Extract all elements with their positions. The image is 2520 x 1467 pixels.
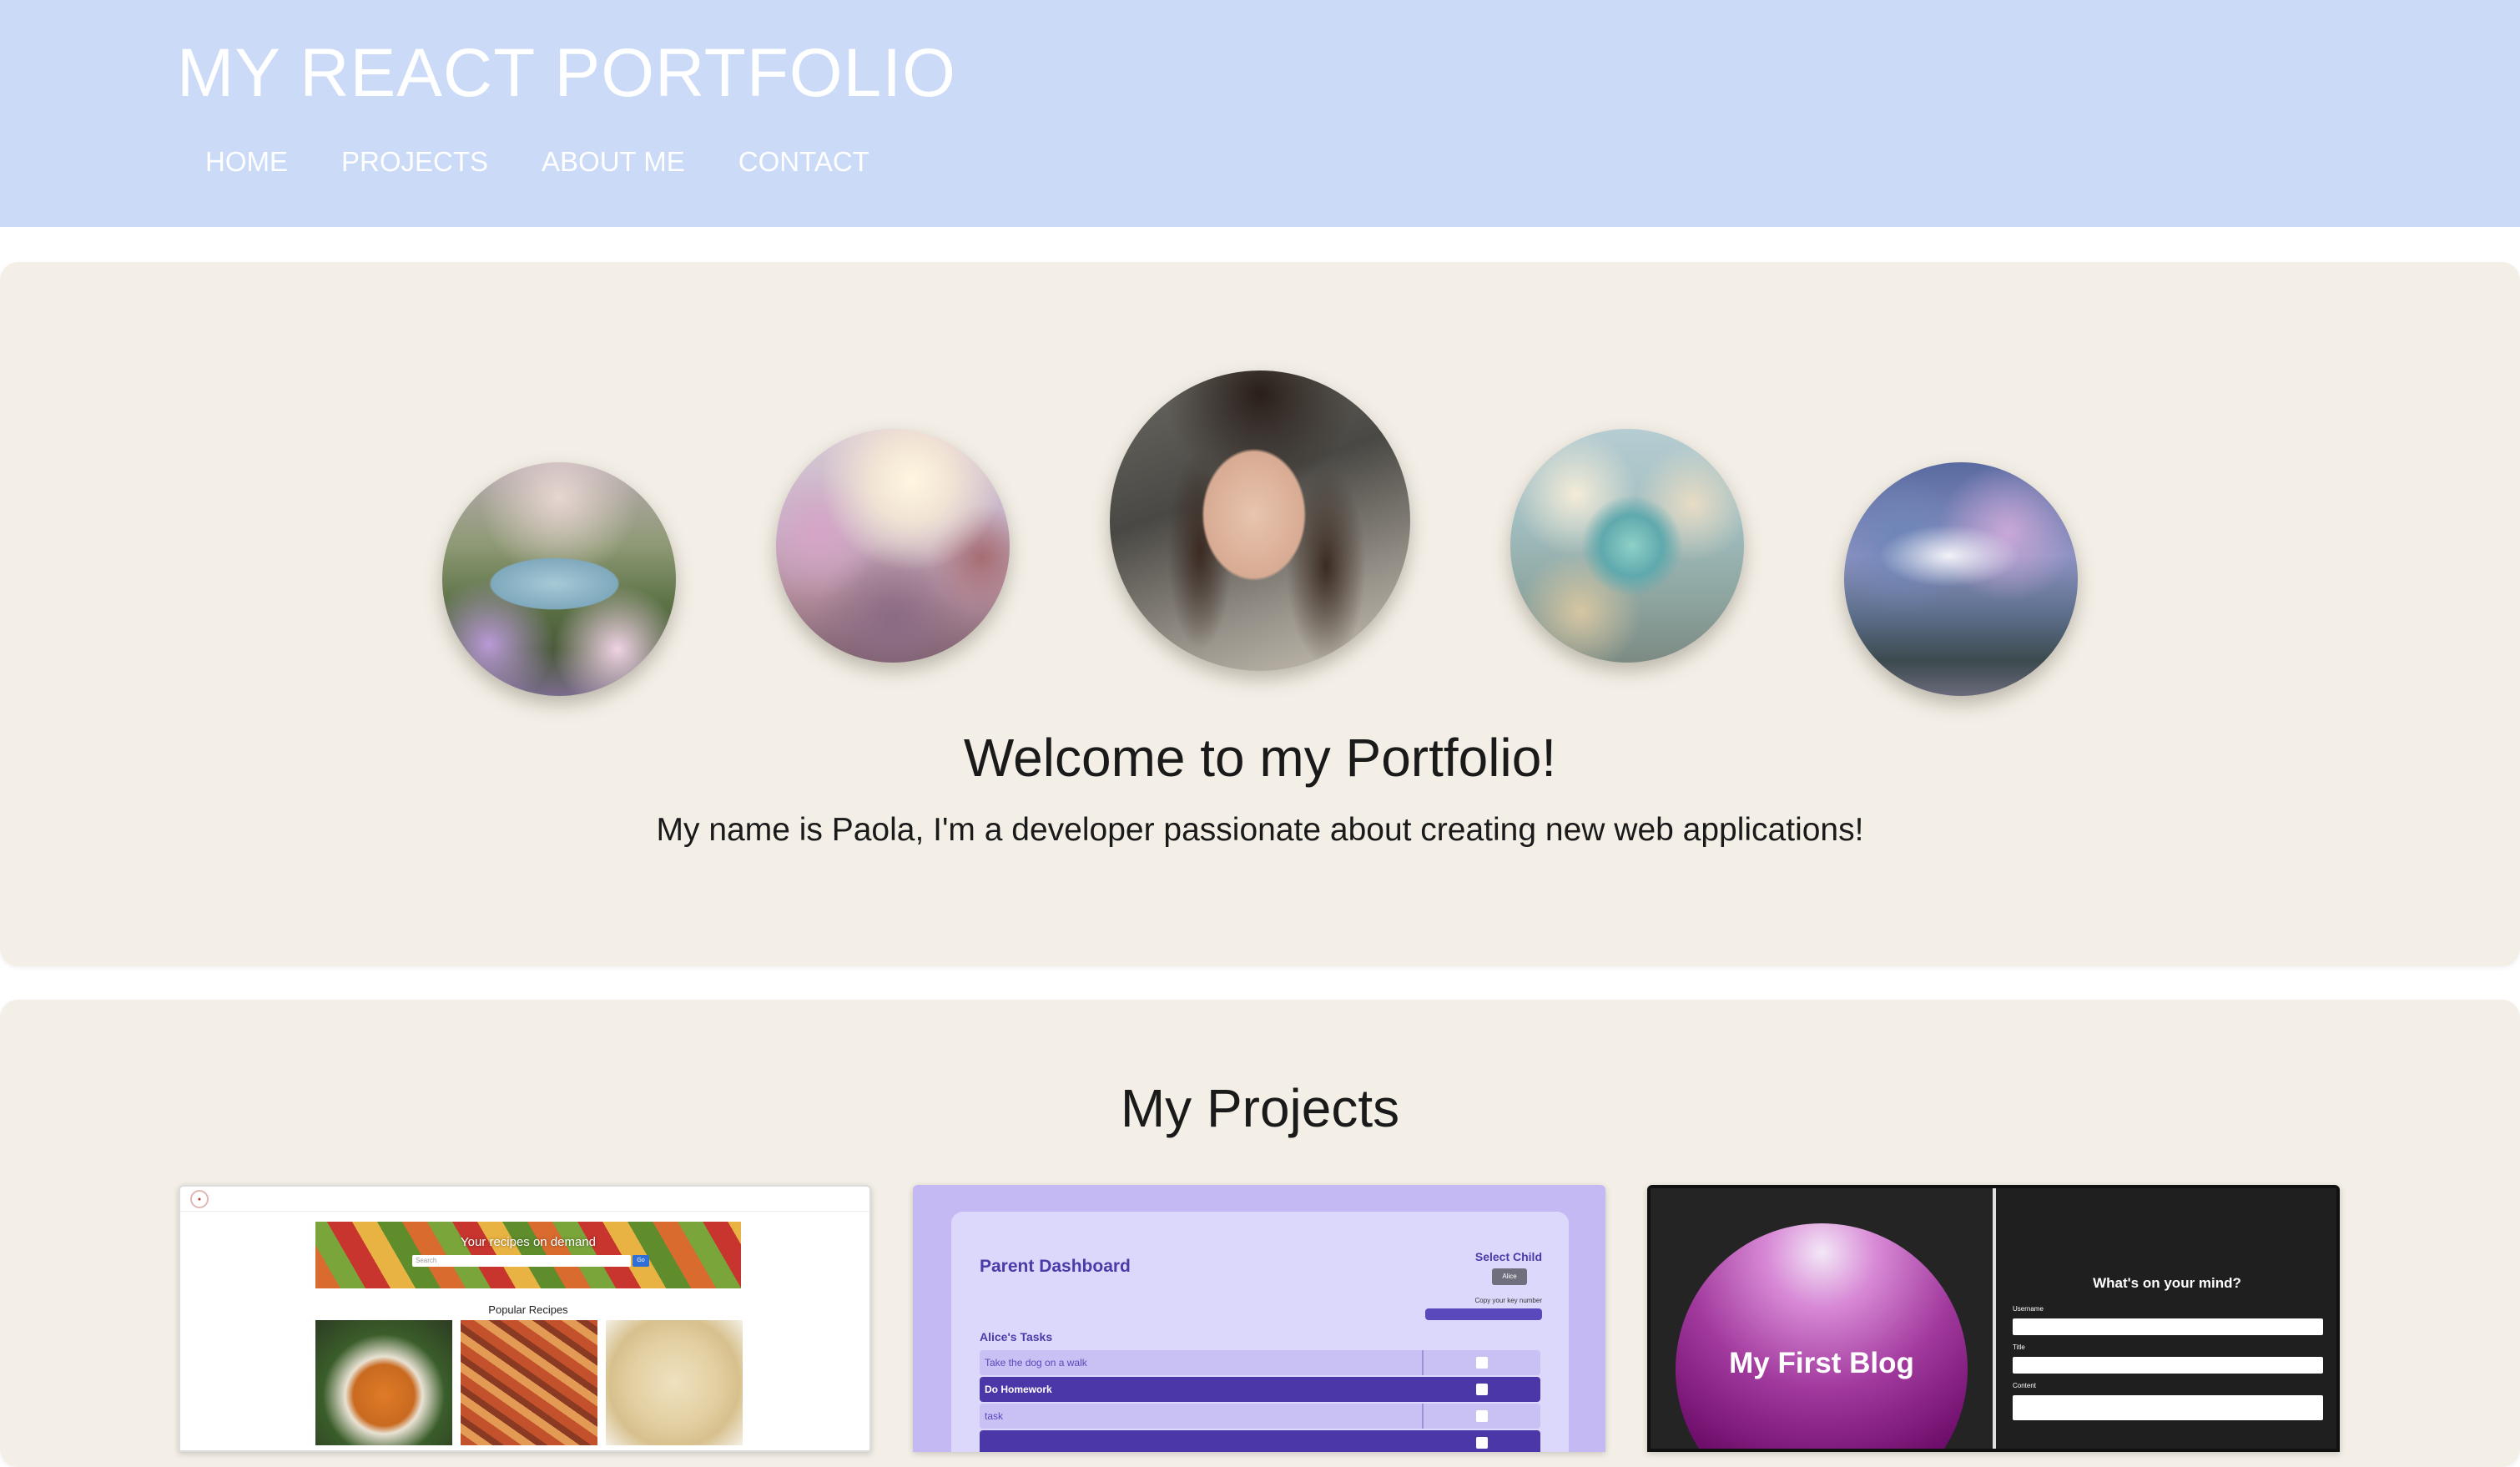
recipe-logo-icon: ● [190, 1190, 209, 1208]
blog-title: My First Blog [1729, 1347, 1914, 1379]
task-label: task [985, 1410, 1004, 1422]
task-checkbox [1476, 1410, 1488, 1422]
recipe-search-input: Search [412, 1255, 631, 1267]
main-nav: HOME PROJECTS ABOUT ME CONTACT [205, 144, 923, 180]
landscape-avatar-3 [1510, 429, 1744, 663]
nav-home[interactable]: HOME [205, 144, 288, 180]
landscape-avatar-2 [776, 429, 1010, 663]
landscape-avatar-1 [442, 462, 676, 696]
task-checkbox [1476, 1384, 1488, 1395]
project-card-dashboard[interactable]: Parent Dashboard Select Child Alice Copy… [913, 1185, 1605, 1452]
recipe-image-pasta [461, 1320, 597, 1445]
task-divider [1422, 1377, 1424, 1402]
blog-field-label: Title [2013, 1343, 2025, 1351]
blog-form: What's on your mind? Username Title Cont… [1996, 1188, 2336, 1449]
select-child-dropdown: Alice [1492, 1268, 1527, 1285]
blog-hero: My First Blog [1651, 1188, 1993, 1449]
blog-username-field [2013, 1318, 2323, 1335]
projects-title: My Projects [1120, 1078, 1400, 1138]
task-checkbox [1476, 1437, 1488, 1449]
profile-photo [1110, 371, 1410, 671]
blog-field-label: Username [2013, 1305, 2044, 1313]
task-label: Do Homework [985, 1384, 1052, 1395]
site-header: MY REACT PORTFOLIO HOME PROJECTS ABOUT M… [0, 0, 2520, 227]
blog-form-title: What's on your mind? [2093, 1275, 2241, 1291]
nav-contact[interactable]: CONTACT [738, 144, 869, 180]
welcome-title: Welcome to my Portfolio! [963, 728, 1557, 788]
key-number-badge [1425, 1308, 1542, 1320]
select-child-label: Select Child [1474, 1250, 1542, 1263]
recipe-section-title: Popular Recipes [488, 1303, 568, 1316]
copy-key-label: Copy your key number [1474, 1297, 1542, 1304]
blog-circle [1676, 1223, 1968, 1449]
task-divider [1422, 1350, 1424, 1375]
site-title: MY REACT PORTFOLIO [177, 35, 956, 111]
recipe-image-flatbread [606, 1320, 743, 1445]
recipe-image-soup [315, 1320, 452, 1445]
nav-about-me[interactable]: ABOUT ME [542, 144, 685, 180]
recipe-banner: Your recipes on demand Search Go [315, 1222, 741, 1288]
task-divider [1422, 1404, 1424, 1429]
task-row: task [980, 1404, 1540, 1429]
blog-field-label: Content [2013, 1382, 2037, 1389]
landscape-avatar-4 [1844, 462, 2078, 696]
recipe-search-button: Go [633, 1255, 649, 1267]
project-card-blog[interactable]: My First Blog What's on your mind? Usern… [1647, 1185, 2340, 1452]
recipe-banner-text: Your recipes on demand [460, 1235, 597, 1249]
dashboard-title: Parent Dashboard [980, 1257, 1131, 1276]
task-row: Do Homework [980, 1377, 1540, 1402]
task-row: Take the dog on a walk [980, 1350, 1540, 1375]
blog-title-field [2013, 1357, 2323, 1374]
welcome-subtitle: My name is Paola, I'm a developer passio… [656, 812, 1864, 848]
dashboard-panel: Parent Dashboard Select Child Alice Copy… [951, 1212, 1569, 1452]
blog-content-field [2013, 1395, 2323, 1420]
nav-projects[interactable]: PROJECTS [341, 144, 488, 180]
tasks-title: Alice's Tasks [980, 1330, 1053, 1343]
project-card-recipes[interactable]: ● Your recipes on demand Search Go Popul… [179, 1185, 871, 1452]
task-label: Take the dog on a walk [985, 1357, 1087, 1369]
task-checkbox [1476, 1357, 1488, 1369]
recipe-topbar: ● [180, 1187, 869, 1212]
